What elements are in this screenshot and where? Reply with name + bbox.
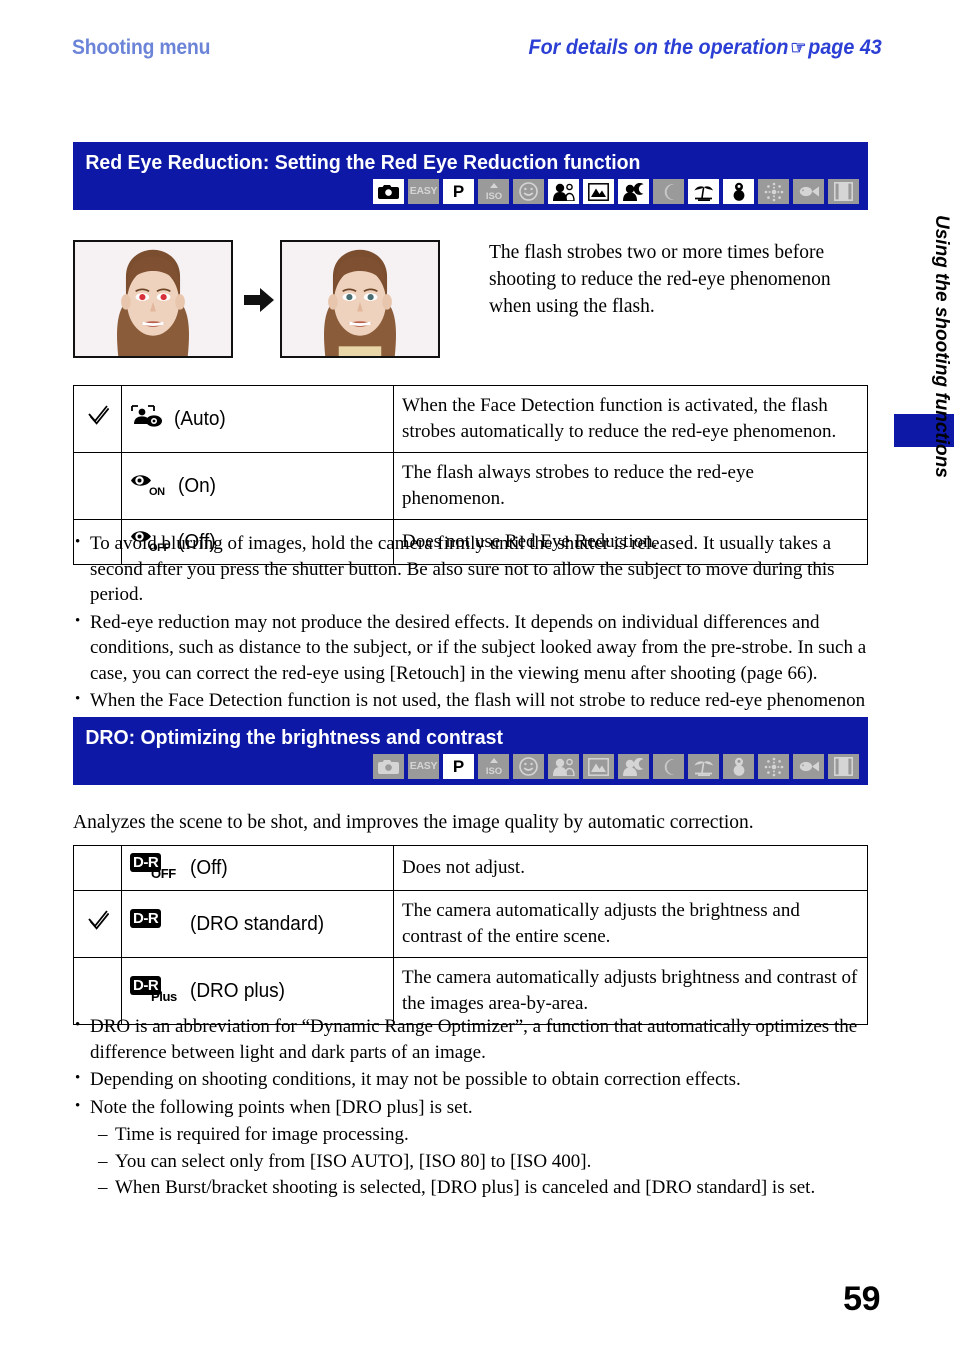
option-description-cell: The camera automatically adjusts the bri… (393, 890, 868, 958)
program-auto-icon: P (443, 179, 474, 204)
easy-shooting-icon: EASY (408, 754, 439, 779)
note-bullet-item: DRO is an abbreviation for “Dynamic Rang… (73, 1013, 873, 1065)
option-label: (Off) (190, 857, 228, 879)
note-bullet-item: Red-eye reduction may not produce the de… (73, 609, 873, 687)
section-banner-red-eye: Red Eye Reduction: Setting the Red Eye R… (73, 142, 868, 210)
dro-options-table: D-R OFF (Off) Does not adjust. D-R (DRO stand… (73, 845, 868, 1025)
note-sub-item: When Burst/bracket shooting is selected,… (73, 1175, 873, 1201)
twilight-portrait-icon (618, 179, 649, 204)
option-cell: (Auto) (121, 385, 394, 453)
movie-mode-icon (828, 179, 859, 204)
dro-standard-icon: D-R (130, 909, 182, 939)
table-row: ON (On) The flash always strobes to reduce… (73, 452, 868, 520)
smile-shutter-icon (513, 179, 544, 204)
running-head: Shooting menu For details on the operati… (72, 36, 882, 66)
photo-after-red-eye (280, 240, 440, 358)
fireworks-icon (758, 179, 789, 204)
table-row: D-R (DRO standard) The camera automaticall… (73, 890, 868, 958)
dro-off-icon: D-R OFF (130, 853, 182, 883)
option-description-cell: When the Face Detection function is acti… (393, 385, 868, 453)
svg-text:ISO: ISO (485, 191, 501, 202)
camera-icon (373, 179, 404, 204)
pointing-hand-icon: ☞ (790, 38, 807, 59)
underwater-icon (793, 754, 824, 779)
section-banner-dro: DRO: Optimizing the brightness and contr… (73, 717, 868, 785)
movie-mode-icon (828, 754, 859, 779)
default-setting-cell (73, 385, 122, 453)
note-bullet-item: Depending on shooting conditions, it may… (73, 1066, 873, 1093)
option-description-cell: The flash always strobes to reduce the r… (393, 452, 868, 520)
dro-badge-subscript: OFF (151, 866, 176, 881)
note-bullet-item: To avoid blurring of images, hold the ca… (73, 530, 873, 608)
underwater-icon (793, 179, 824, 204)
red-eye-auto-icon (130, 404, 166, 434)
option-label: (DRO standard) (190, 913, 325, 935)
option-label: (On) (178, 475, 216, 497)
face-before-illustration (75, 242, 231, 356)
mode-icon-row: EASY P ISO (73, 179, 868, 210)
easy-shooting-icon: EASY (408, 179, 439, 204)
landscape-icon (583, 754, 614, 779)
table-row: D-R OFF (Off) Does not adjust. (73, 845, 868, 891)
default-setting-cell (73, 845, 122, 891)
red-eye-on-icon: ON (130, 471, 170, 501)
landscape-icon (583, 179, 614, 204)
soft-snap-icon (548, 179, 579, 204)
iso-high-sensitivity-icon: ISO (478, 179, 509, 204)
selected-checkmark-icon (87, 909, 109, 931)
camera-icon (373, 754, 404, 779)
running-head-section-title: Shooting menu (72, 36, 211, 59)
twilight-portrait-icon (618, 754, 649, 779)
option-label: (DRO plus) (190, 980, 286, 1002)
section-title: DRO: Optimizing the brightness and contr… (85, 726, 504, 749)
reference-text-post: page 43 (808, 36, 882, 59)
selected-checkmark-icon (87, 404, 109, 426)
dro-badge-subscript: Plus (151, 989, 177, 1004)
running-head-reference: For details on the operation☞page 43 (529, 36, 882, 60)
side-tab-label: Using the shooting functions (931, 215, 952, 478)
twilight-icon (653, 754, 684, 779)
default-setting-cell (73, 452, 122, 520)
svg-text:ISO: ISO (485, 766, 501, 777)
note-sub-item: Time is required for image processing. (73, 1122, 873, 1148)
figure-caption: The flash strobes two or more times befo… (489, 242, 831, 317)
eye-icon-subscript: ON (149, 486, 165, 498)
reference-text-pre: For details on the operation (528, 36, 789, 59)
dro-intro-text: Analyzes the scene to be shot, and impro… (73, 812, 754, 833)
beach-icon (688, 754, 719, 779)
red-eye-figure: The flash strobes two or more times befo… (73, 240, 868, 365)
section-title: Red Eye Reduction: Setting the Red Eye R… (85, 151, 641, 174)
snow-icon (723, 754, 754, 779)
face-after-illustration (282, 242, 438, 356)
dro-notes-list: DRO is an abbreviation for “Dynamic Rang… (73, 1013, 873, 1202)
photo-before-red-eye (73, 240, 233, 358)
default-setting-cell (73, 890, 122, 958)
option-label: (Auto) (174, 408, 226, 430)
transform-arrow-icon (244, 287, 274, 313)
fireworks-icon (758, 754, 789, 779)
option-description-cell: Does not adjust. (393, 845, 868, 891)
smile-shutter-icon (513, 754, 544, 779)
soft-snap-icon (548, 754, 579, 779)
iso-high-sensitivity-icon: ISO (478, 754, 509, 779)
option-cell: D-R (DRO standard) (121, 890, 394, 958)
option-cell: D-R OFF (Off) (121, 845, 394, 891)
twilight-icon (653, 179, 684, 204)
dro-badge-label: D-R (130, 909, 162, 928)
note-sub-item: You can select only from [ISO AUTO], [IS… (73, 1149, 873, 1175)
dro-plus-icon: D-R Plus (130, 976, 182, 1006)
option-cell: ON (On) (121, 452, 394, 520)
table-row: (Auto) When the Face Detection function i… (73, 385, 868, 453)
mode-icon-row: EASY P ISO (73, 754, 868, 785)
beach-icon (688, 179, 719, 204)
program-auto-icon: P (443, 754, 474, 779)
note-bullet-item: Note the following points when [DRO plus… (73, 1094, 873, 1121)
red-eye-notes-list: To avoid blurring of images, hold the ca… (73, 530, 873, 741)
page-number: 59 (843, 1280, 880, 1318)
snow-icon (723, 179, 754, 204)
